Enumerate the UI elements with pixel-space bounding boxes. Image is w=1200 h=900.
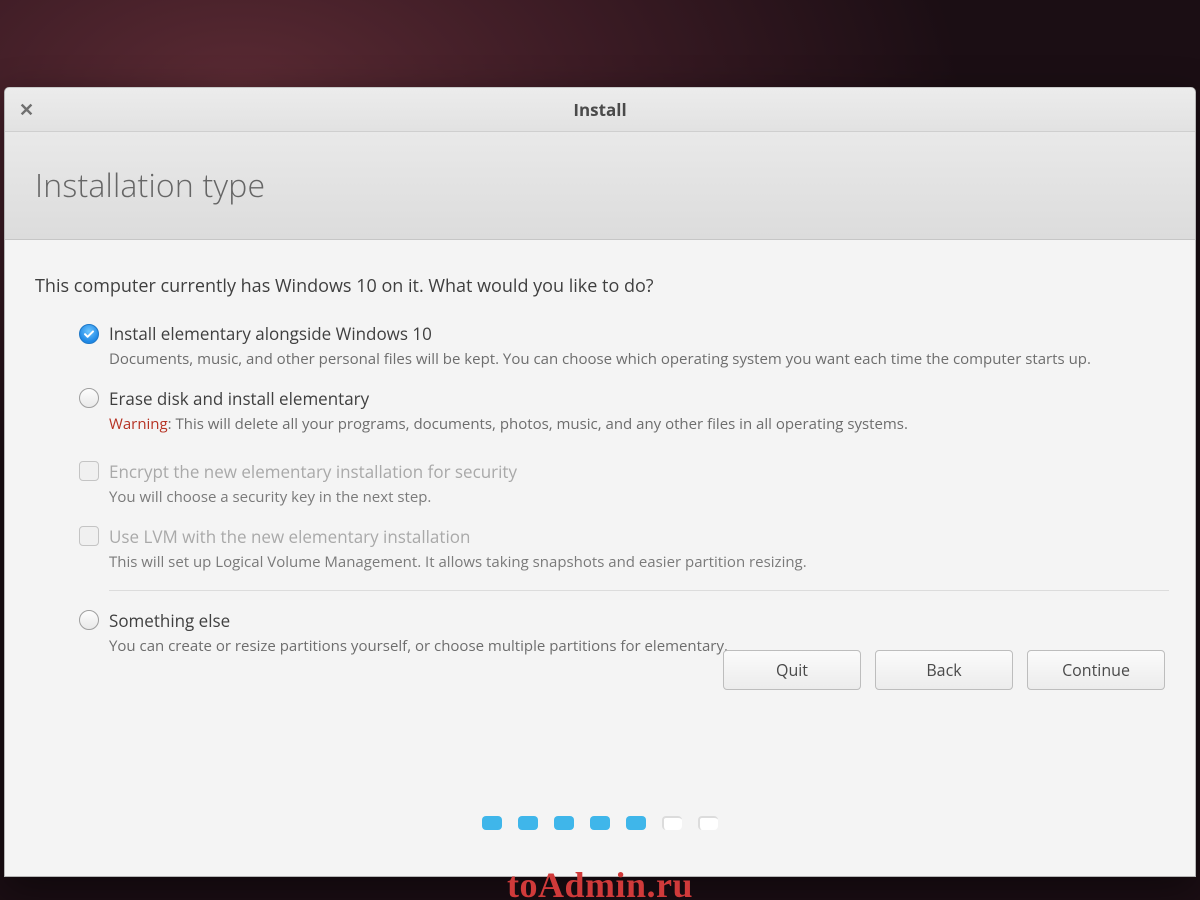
page-prompt: This computer currently has Windows 10 o… [35, 274, 1165, 298]
option-lvm: Use LVM with the new elementary installa… [79, 525, 1165, 572]
option-erase-disk[interactable]: Erase disk and install elementary Warnin… [79, 387, 1165, 434]
progress-dot [482, 816, 502, 830]
option-label: Encrypt the new elementary installation … [109, 460, 517, 483]
button-row: Quit Back Continue [723, 650, 1165, 690]
warning-prefix: Warning [109, 414, 168, 434]
radio-something-else[interactable] [79, 610, 99, 630]
checkbox-encrypt [79, 461, 99, 481]
close-icon[interactable]: ✕ [19, 88, 34, 131]
option-label: Use LVM with the new elementary installa… [109, 525, 807, 548]
option-desc: Documents, music, and other personal fil… [109, 349, 1091, 369]
options-group: Install elementary alongside Windows 10 … [35, 322, 1165, 572]
progress-dot [554, 816, 574, 830]
window-title: Install [5, 98, 1195, 121]
options-group-2: Something else You can create or resize … [35, 609, 1165, 656]
option-label: Something else [109, 609, 728, 632]
titlebar: ✕ Install [5, 88, 1195, 132]
page-header: Installation type [5, 132, 1195, 240]
option-desc: You can create or resize partitions your… [109, 636, 728, 656]
page-title: Installation type [35, 164, 265, 207]
option-desc: This will set up Logical Volume Manageme… [109, 552, 807, 572]
separator [109, 590, 1169, 591]
progress-dot [662, 816, 682, 830]
progress-dot [626, 816, 646, 830]
option-desc: You will choose a security key in the ne… [109, 487, 517, 507]
progress-dot [518, 816, 538, 830]
page-body: This computer currently has Windows 10 o… [5, 240, 1195, 876]
option-desc: Warning: This will delete all your progr… [109, 414, 908, 434]
progress-dots [5, 816, 1195, 830]
radio-install-alongside[interactable] [79, 324, 99, 344]
option-encrypt: Encrypt the new elementary installation … [79, 460, 1165, 507]
quit-button[interactable]: Quit [723, 650, 861, 690]
installer-dialog: ✕ Install Installation type This compute… [4, 87, 1196, 877]
radio-erase-disk[interactable] [79, 388, 99, 408]
checkbox-lvm [79, 526, 99, 546]
continue-button[interactable]: Continue [1027, 650, 1165, 690]
option-something-else[interactable]: Something else You can create or resize … [79, 609, 1165, 656]
option-label: Install elementary alongside Windows 10 [109, 322, 1091, 345]
option-install-alongside[interactable]: Install elementary alongside Windows 10 … [79, 322, 1165, 369]
option-label: Erase disk and install elementary [109, 387, 908, 410]
desktop-wallpaper: ✕ Install Installation type This compute… [0, 0, 1200, 900]
progress-dot [698, 816, 718, 830]
progress-dot [590, 816, 610, 830]
back-button[interactable]: Back [875, 650, 1013, 690]
